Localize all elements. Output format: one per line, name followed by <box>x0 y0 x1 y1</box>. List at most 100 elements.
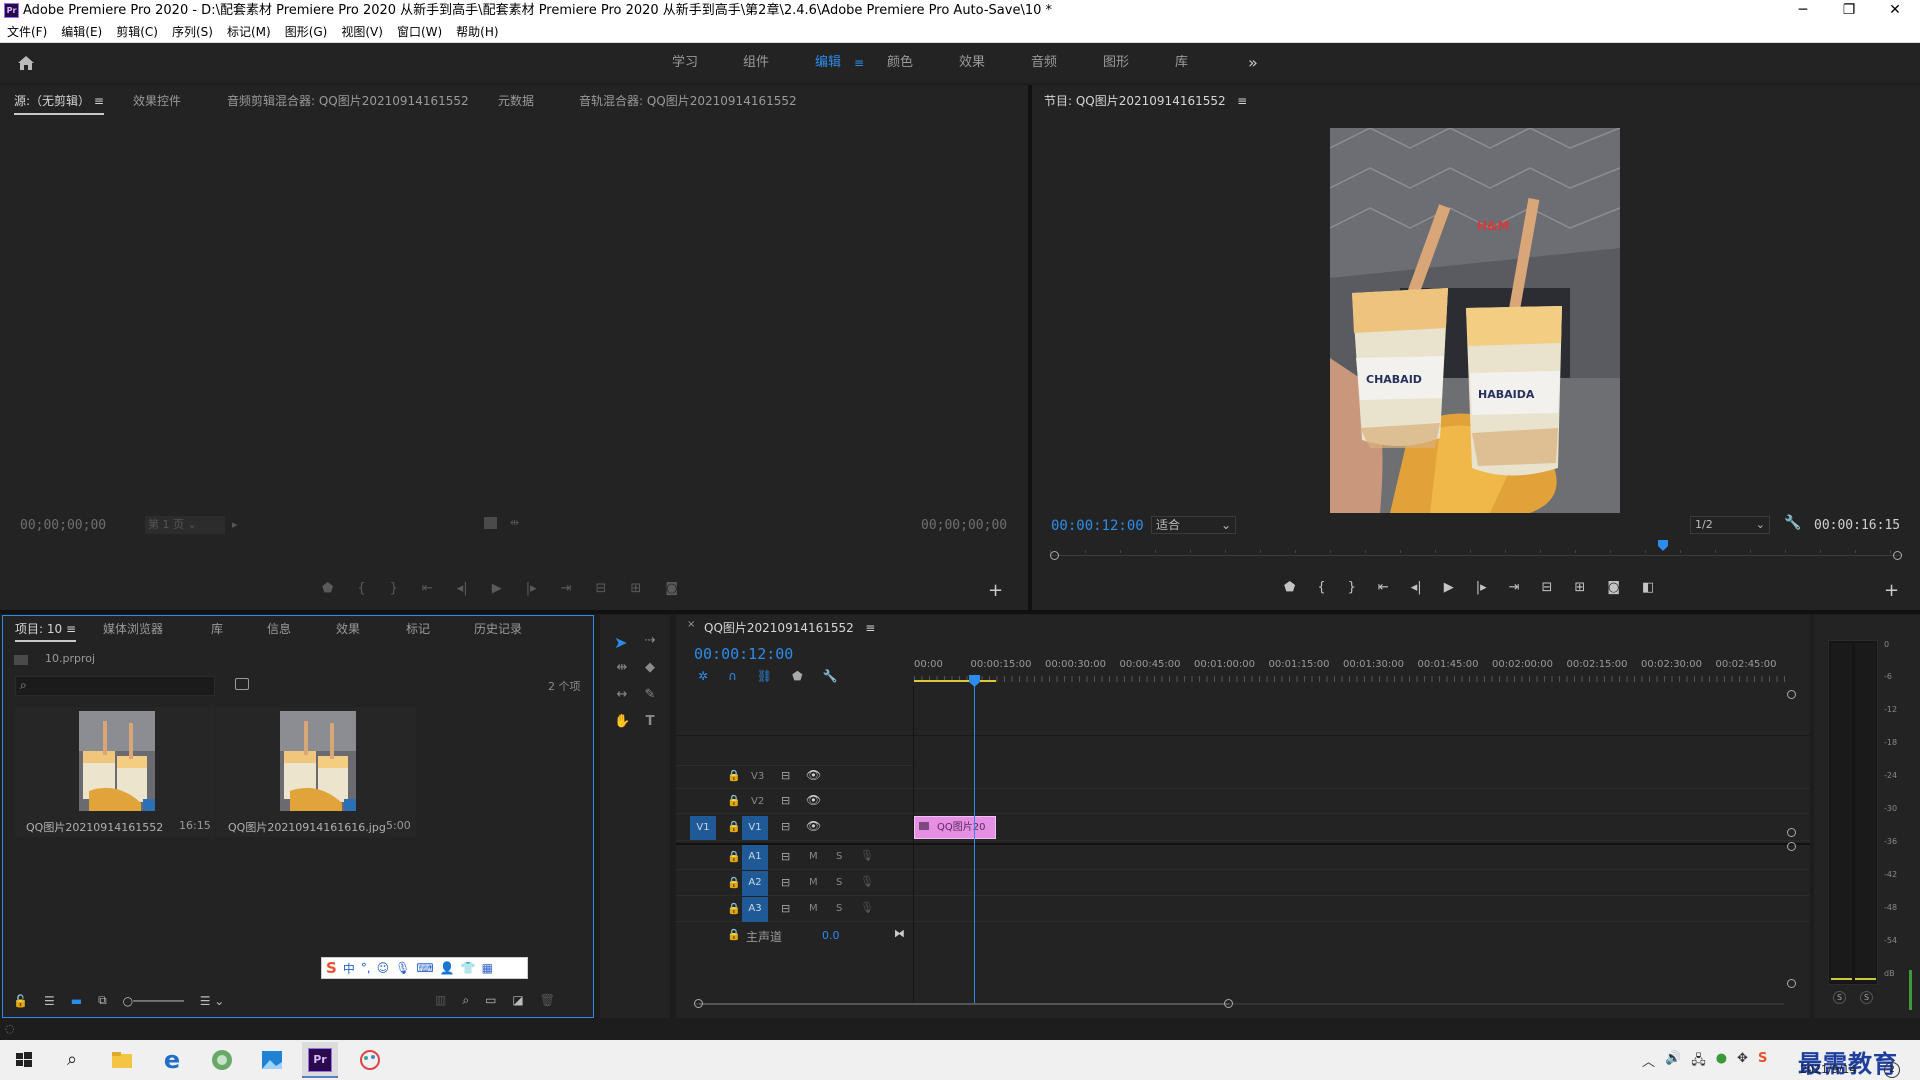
security-icon[interactable]: ● <box>1716 1051 1727 1073</box>
close-button[interactable]: ✕ <box>1872 0 1918 22</box>
source-drop-icon[interactable] <box>484 517 497 529</box>
track-sync-icon[interactable]: ⊟ <box>781 902 790 915</box>
tab-history[interactable]: 历史记录 <box>474 620 522 637</box>
timeline-zoom-scrollbar[interactable] <box>694 998 1784 1010</box>
new-item-icon[interactable]: ◪ <box>512 993 523 1008</box>
pen-tool-icon[interactable]: ✎ <box>642 687 658 703</box>
microphone-icon[interactable]: 🎙 <box>395 961 410 975</box>
program-lift-button[interactable]: ⊟ <box>1542 580 1553 595</box>
workspace-color[interactable]: 颜色 <box>887 43 913 83</box>
source-mark-in-icon[interactable]: { <box>357 581 365 596</box>
tab-program[interactable]: 节目: QQ图片20210914161552 ≡ <box>1044 92 1247 109</box>
meter-solo-right-button[interactable]: S <box>1860 991 1873 1004</box>
menu-view[interactable]: 视图(V) <box>341 25 383 39</box>
source-export-frame-icon[interactable]: ◙ <box>665 581 678 596</box>
program-video-frame[interactable]: CHABAID HABAIDA H&M <box>1330 128 1620 513</box>
network-icon[interactable]: 🖧 <box>1691 1051 1706 1073</box>
source-step-forward-icon[interactable]: |▸ <box>526 581 537 596</box>
source-overwrite-button[interactable]: ⊞ <box>630 581 641 596</box>
track-eye-icon[interactable]: 👁 <box>806 793 821 807</box>
menu-clip[interactable]: 剪辑(C) <box>116 25 158 39</box>
track-eye-icon[interactable]: 👁 <box>806 768 821 782</box>
track-lock-icon[interactable]: 🔒 <box>727 876 741 889</box>
paint-app-icon[interactable] <box>354 1044 386 1076</box>
track-voiceover-mic-icon[interactable]: 🎙 <box>860 849 874 862</box>
track-target-v1[interactable]: V1 <box>742 816 768 840</box>
timeline-clip[interactable]: QQ图片20 <box>914 816 996 839</box>
workspace-graphics[interactable]: 图形 <box>1103 43 1129 83</box>
selection-tool-icon[interactable]: ➤ <box>614 633 632 652</box>
program-timecode-current[interactable]: 00:00:12:00 <box>1051 518 1144 534</box>
track-lock-icon[interactable]: 🔒 <box>727 928 741 941</box>
list-view-icon[interactable]: ☰ <box>44 994 55 1008</box>
work-area-bar[interactable] <box>914 680 996 682</box>
source-mark-out-icon[interactable]: } <box>390 581 398 596</box>
source-marker-icon[interactable]: ⬟ <box>322 581 333 596</box>
type-tool-icon[interactable]: T <box>642 714 658 730</box>
source-insert-button[interactable]: ⊟ <box>596 581 607 596</box>
sogou-tray-icon[interactable]: S <box>1758 1051 1767 1073</box>
video-scroll-handle-bottom[interactable] <box>1787 828 1796 837</box>
minimize-button[interactable]: ─ <box>1780 0 1826 22</box>
video-scroll-handle-top[interactable] <box>1787 690 1796 699</box>
program-zoom-handle-right[interactable] <box>1893 551 1902 560</box>
program-zoom-handle-left[interactable] <box>1050 551 1059 560</box>
program-go-in-icon[interactable]: ⇤ <box>1378 580 1389 595</box>
linked-selection-icon[interactable]: ⛓ <box>757 669 772 683</box>
lock-icon[interactable]: 🔓 <box>13 994 28 1008</box>
icon-view-icon[interactable]: ▬ <box>71 994 82 1008</box>
track-sync-icon[interactable]: ⊟ <box>781 769 790 782</box>
track-solo-button[interactable]: S <box>836 903 842 914</box>
track-sync-icon[interactable]: ⊟ <box>781 876 790 889</box>
timeline-timecode[interactable]: 00:00:12:00 <box>694 645 793 663</box>
premiere-taskbar-icon[interactable]: Pr <box>302 1042 338 1078</box>
workspace-effects[interactable]: 效果 <box>959 43 985 83</box>
program-extract-button[interactable]: ⊞ <box>1574 580 1585 595</box>
source-insert-icon[interactable]: ⇹ <box>510 516 519 529</box>
program-marker-icon[interactable]: ⬟ <box>1284 580 1295 595</box>
ime-punct-toggle[interactable]: °, <box>361 961 371 975</box>
source-go-out-icon[interactable]: ⇥ <box>561 581 572 596</box>
automate-to-sequence-icon[interactable]: ▥ <box>435 993 446 1008</box>
track-lock-icon[interactable]: 🔒 <box>727 902 741 915</box>
tab-info[interactable]: 信息 <box>267 620 291 637</box>
track-sync-icon[interactable]: ⊟ <box>781 850 790 863</box>
ime-lang-toggle[interactable]: 中 <box>343 960 355 977</box>
timeline-playhead-head[interactable] <box>968 675 980 687</box>
zoom-handle-right[interactable] <box>1224 999 1233 1008</box>
timeline-playhead-line[interactable] <box>968 675 980 1005</box>
tab-markers[interactable]: 标记 <box>406 620 430 637</box>
project-search-input[interactable]: ⌕ <box>15 676 215 696</box>
program-resolution-select[interactable]: 1/2 ⌄ <box>1690 516 1770 534</box>
workspace-menu-icon[interactable]: ≡ <box>854 43 864 83</box>
track-mute-button[interactable]: M <box>809 903 818 914</box>
timeline-settings-wrench-icon[interactable]: 🔧 <box>823 669 838 683</box>
tray-expand-icon[interactable]: ︿ <box>1642 1051 1655 1073</box>
home-icon[interactable] <box>16 53 36 73</box>
track-target-a3[interactable]: A3 <box>742 897 768 922</box>
nest-toggle-icon[interactable]: ✲ <box>698 669 708 683</box>
add-marker-icon[interactable]: ⬟ <box>792 669 802 683</box>
tab-effects[interactable]: 效果 <box>336 620 360 637</box>
tab-project[interactable]: 项目: 10 ≡ <box>15 620 77 642</box>
source-play-icon[interactable]: ▶ <box>492 581 502 596</box>
file-explorer-icon[interactable] <box>106 1044 138 1076</box>
new-search-bin-icon[interactable] <box>235 678 249 690</box>
track-lock-icon[interactable]: 🔒 <box>727 794 741 807</box>
source-page-select[interactable]: 第 1 页 ⌄ <box>145 516 225 534</box>
windows-start-icon[interactable] <box>8 1044 40 1076</box>
track-mute-button[interactable]: M <box>809 877 818 888</box>
track-mute-button[interactable]: M <box>809 851 818 862</box>
ime-tray-icon[interactable]: ✥ <box>1737 1051 1748 1073</box>
program-playhead[interactable] <box>1658 540 1669 551</box>
source-add-button-icon[interactable]: + <box>988 580 1003 601</box>
meter-solo-left-button[interactable]: S <box>1833 991 1846 1004</box>
emoji-icon[interactable]: ☺ <box>377 961 390 975</box>
user-icon[interactable]: 👤 <box>440 961 455 975</box>
track-solo-button[interactable]: S <box>836 877 842 888</box>
hand-tool-icon[interactable]: ✋ <box>614 714 630 730</box>
workspace-audio[interactable]: 音频 <box>1031 43 1057 83</box>
keyboard-icon[interactable]: ⌨ <box>416 961 433 975</box>
meter-scrollbar[interactable] <box>1909 970 1912 1010</box>
program-mark-in-icon[interactable]: { <box>1317 580 1325 595</box>
